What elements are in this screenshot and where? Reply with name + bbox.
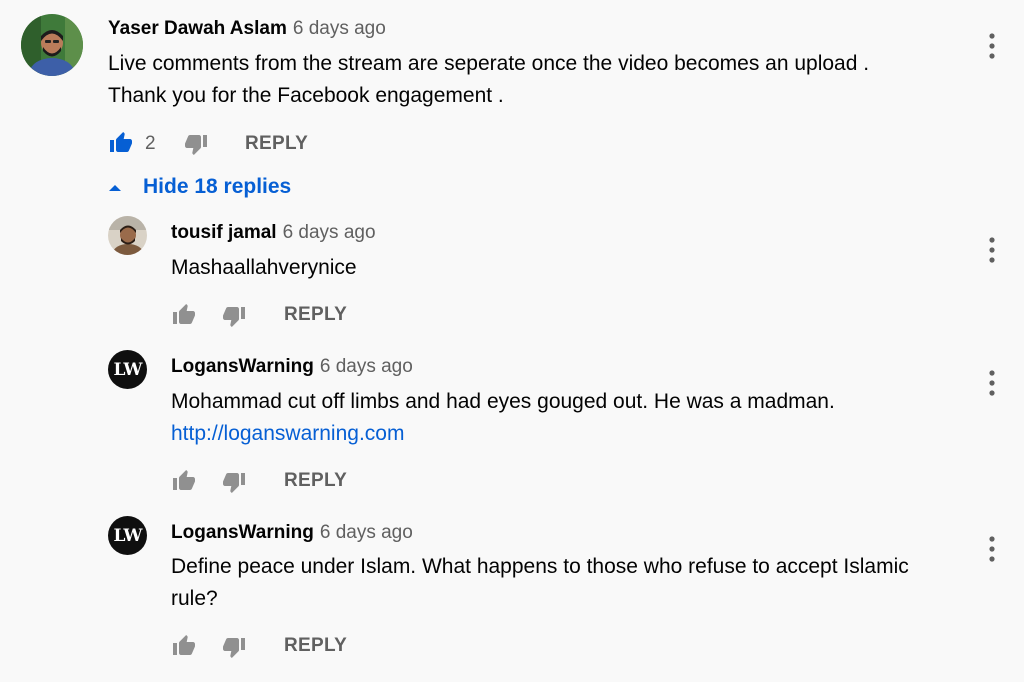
author-name[interactable]: LogansWarning xyxy=(171,356,314,377)
reply-header: LogansWarning 6 days ago xyxy=(171,356,413,378)
reply-button[interactable]: REPLY xyxy=(284,635,347,657)
comment-text-line: Live comments from the stream are sepera… xyxy=(108,52,870,75)
thumbs-down-icon xyxy=(223,473,245,493)
reply-button[interactable]: REPLY xyxy=(284,304,347,326)
reply-text: Define peace under Islam. What happens t… xyxy=(171,551,909,615)
reply-button[interactable]: REPLY xyxy=(284,470,347,492)
thumbs-up-icon xyxy=(173,635,195,655)
thumbs-up-icon xyxy=(173,304,195,324)
timestamp[interactable]: 6 days ago xyxy=(320,522,413,543)
dislike-button[interactable] xyxy=(221,470,247,494)
like-button[interactable] xyxy=(171,303,197,327)
avatar[interactable]: LW xyxy=(108,350,147,389)
like-button[interactable] xyxy=(171,634,197,658)
reply-text-line: Mohammad cut off limbs and had eyes goug… xyxy=(171,390,835,413)
avatar[interactable] xyxy=(108,216,147,255)
profile-photo xyxy=(21,14,83,76)
author-name[interactable]: tousif jamal xyxy=(171,222,277,243)
thumbs-down-icon xyxy=(185,135,207,155)
dislike-button[interactable] xyxy=(221,304,247,328)
reply-text-line: rule? xyxy=(171,587,218,610)
dislike-button[interactable] xyxy=(221,635,247,659)
thumbs-up-icon xyxy=(173,470,195,490)
reply-link[interactable]: http://loganswarning.com xyxy=(171,422,404,445)
reply-text: Mohammad cut off limbs and had eyes goug… xyxy=(171,386,835,450)
more-options-icon[interactable] xyxy=(982,366,1002,400)
like-button[interactable] xyxy=(171,469,197,493)
author-name[interactable]: Yaser Dawah Aslam xyxy=(108,18,287,39)
reply-text-line: Define peace under Islam. What happens t… xyxy=(171,555,909,578)
avatar-initials: LW xyxy=(113,525,143,546)
thumbs-up-icon xyxy=(110,132,132,152)
profile-photo xyxy=(108,216,147,255)
like-button[interactable] xyxy=(108,131,134,155)
avatar[interactable]: LW xyxy=(108,516,147,555)
thumbs-down-icon xyxy=(223,638,245,658)
reply-header: tousif jamal 6 days ago xyxy=(171,222,376,244)
reply-header: LogansWarning 6 days ago xyxy=(171,522,413,544)
comment-text-line: Thank you for the Facebook engagement . xyxy=(108,84,504,107)
reply-button[interactable]: REPLY xyxy=(245,133,308,155)
reply-text-line: Mashaallahverynice xyxy=(171,256,357,279)
hide-replies-label: Hide 18 replies xyxy=(143,175,292,198)
timestamp[interactable]: 6 days ago xyxy=(320,356,413,377)
hide-replies-toggle[interactable]: Hide 18 replies xyxy=(105,175,291,199)
comment-text: Live comments from the stream are sepera… xyxy=(108,48,869,112)
reply-text: Mashaallahverynice xyxy=(171,252,357,284)
timestamp[interactable]: 6 days ago xyxy=(293,18,386,39)
more-options-icon[interactable] xyxy=(982,532,1002,566)
more-options-icon[interactable] xyxy=(982,29,1002,63)
like-count: 2 xyxy=(145,133,156,154)
timestamp[interactable]: 6 days ago xyxy=(283,222,376,243)
avatar[interactable] xyxy=(21,14,83,76)
author-name[interactable]: LogansWarning xyxy=(171,522,314,543)
caret-up-icon xyxy=(109,185,121,191)
more-options-icon[interactable] xyxy=(982,233,1002,267)
comment-header: Yaser Dawah Aslam 6 days ago xyxy=(108,18,386,40)
avatar-initials: LW xyxy=(113,359,143,380)
thumbs-down-icon xyxy=(223,307,245,327)
dislike-button[interactable] xyxy=(183,132,209,156)
